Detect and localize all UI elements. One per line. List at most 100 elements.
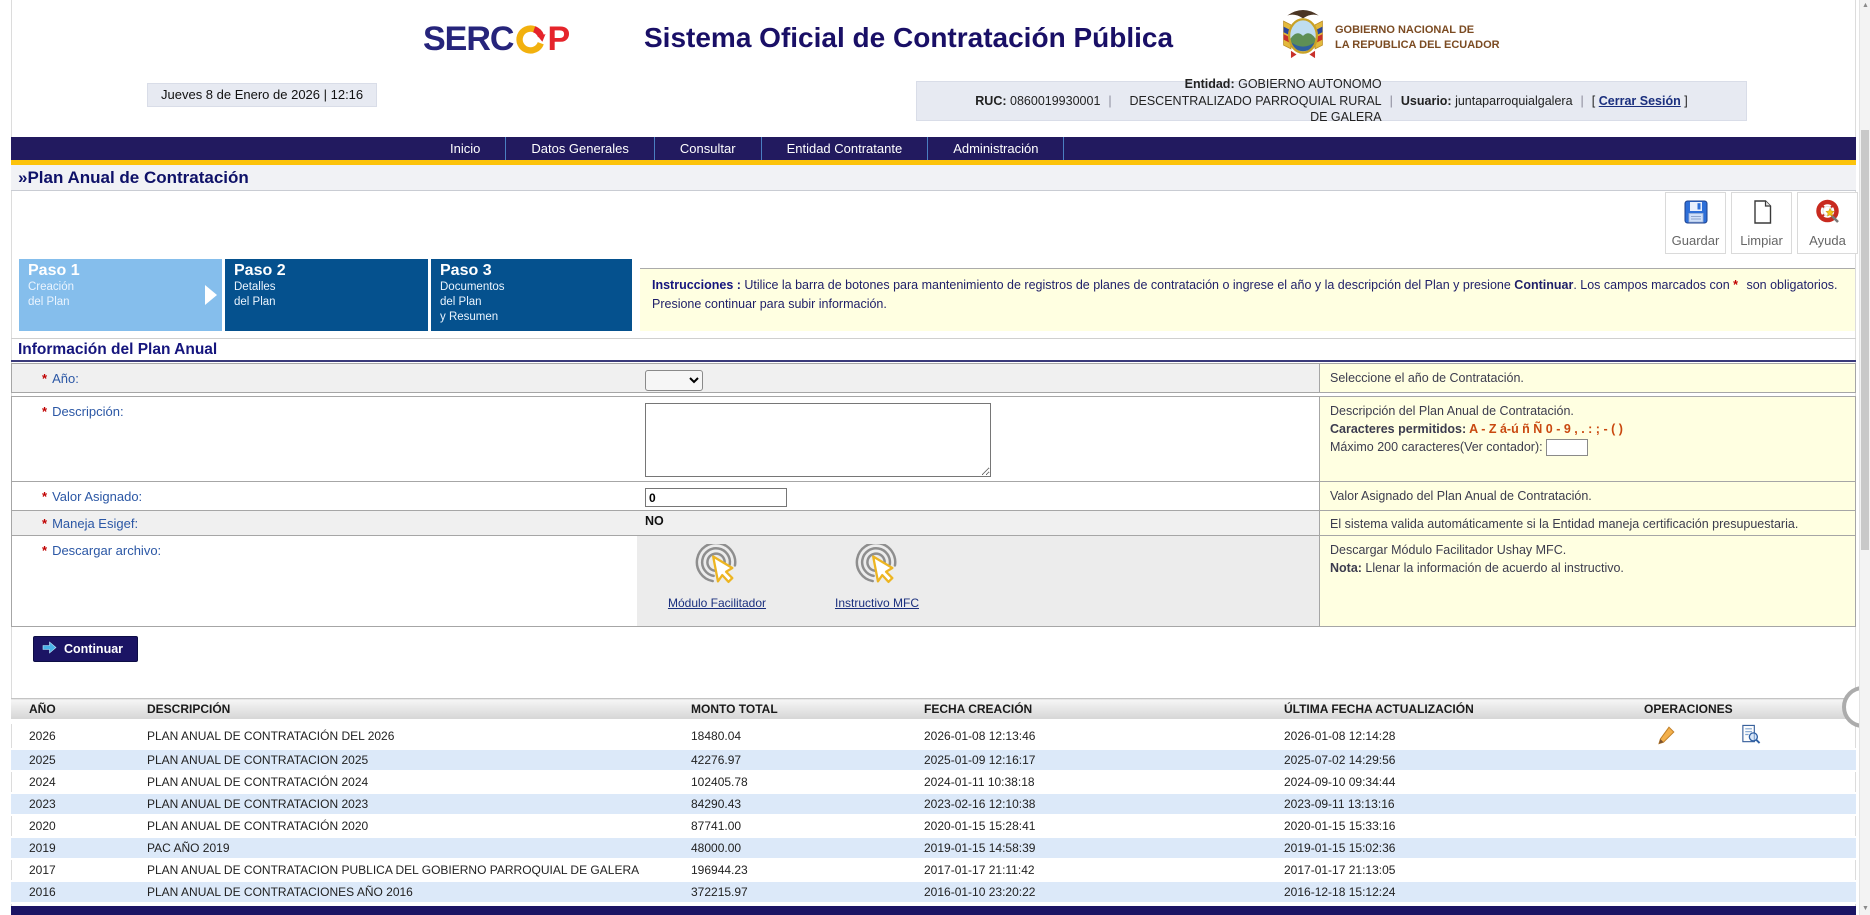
step-2-detalles[interactable]: Paso 2 Detalles del Plan bbox=[225, 259, 428, 331]
header-ultima-actualizacion[interactable]: ÚLTIMA FECHA ACTUALIZACIÓN bbox=[1266, 699, 1626, 722]
pac-table-body: 2026PLAN ANUAL DE CONTRATACIÓN DEL 20261… bbox=[11, 722, 1856, 904]
header-descripcion[interactable]: DESCRIPCIÓN bbox=[129, 699, 673, 722]
clear-label: Limpiar bbox=[1740, 233, 1783, 248]
menu-item-datos-generales[interactable]: Datos Generales bbox=[506, 137, 655, 160]
cell-descripcion: PAC AÑO 2019 bbox=[129, 837, 673, 859]
step-arrow-icon bbox=[205, 285, 217, 305]
cell-operaciones bbox=[1626, 793, 1856, 815]
datetime-display: Jueves 8 de Enero de 2026 | 12:16 bbox=[147, 83, 377, 107]
cell-monto-total: 196944.23 bbox=[673, 859, 906, 881]
record-toolbar: Guardar Limpiar Ayuda bbox=[1665, 192, 1858, 254]
table-row: 2024PLAN ANUAL DE CONTRATACIÓN 202410240… bbox=[11, 771, 1856, 793]
cell-descripcion: PLAN ANUAL DE CONTRATACIÓN 2020 bbox=[129, 815, 673, 837]
row-descripcion: *Descripción: Descripción del Plan Anual… bbox=[11, 396, 1856, 482]
vertical-scrollbar[interactable]: ▲ ▼ bbox=[1859, 0, 1870, 915]
esigef-label: Maneja Esigef: bbox=[52, 516, 138, 531]
scroll-down-icon[interactable]: ▼ bbox=[1860, 903, 1870, 915]
valor-label: Valor Asignado: bbox=[52, 489, 142, 504]
instructivo-mfc-download[interactable]: Instructivo MFC bbox=[817, 544, 937, 610]
user-label: Usuario: bbox=[1401, 94, 1452, 108]
modulo-facilitador-link[interactable]: Módulo Facilitador bbox=[668, 596, 766, 610]
cell-fecha-creacion: 2019-01-15 14:58:39 bbox=[906, 837, 1266, 859]
save-button[interactable]: Guardar bbox=[1665, 192, 1726, 254]
row-valor: *Valor Asignado: Valor Asignado del Plan… bbox=[11, 481, 1856, 511]
instructions-label: Instrucciones : bbox=[652, 278, 741, 292]
clear-button[interactable]: Limpiar bbox=[1731, 192, 1792, 254]
descripcion-label: Descripción: bbox=[52, 404, 124, 419]
continue-button[interactable]: Continuar bbox=[33, 636, 138, 662]
sercop-logo: SERC P bbox=[423, 20, 569, 59]
header-monto-total[interactable]: MONTO TOTAL bbox=[673, 699, 906, 722]
menu-item-entidad-contratante[interactable]: Entidad Contratante bbox=[762, 137, 929, 160]
edit-icon[interactable] bbox=[1656, 725, 1676, 748]
cell-descripcion: PLAN ANUAL DE CONTRATACION PUBLICA DEL G… bbox=[129, 859, 673, 881]
row-descargar: *Descargar archivo: Módulo Facilitador bbox=[11, 535, 1856, 627]
cell-operaciones bbox=[1626, 815, 1856, 837]
continue-arrow-icon bbox=[42, 641, 57, 657]
help-button[interactable]: Ayuda bbox=[1797, 192, 1858, 254]
cell-fecha-creacion: 2017-01-17 21:11:42 bbox=[906, 859, 1266, 881]
modulo-facilitador-download[interactable]: Módulo Facilitador bbox=[657, 544, 777, 610]
cell-monto-total: 48000.00 bbox=[673, 837, 906, 859]
char-counter-input[interactable] bbox=[1546, 439, 1588, 456]
footer-bar bbox=[11, 906, 1856, 915]
row-anio: *Año: Seleccione el año de Contratación. bbox=[11, 363, 1856, 393]
instructivo-mfc-link[interactable]: Instructivo MFC bbox=[835, 596, 919, 610]
click-download-icon bbox=[693, 544, 741, 595]
menu-item-consultar[interactable]: Consultar bbox=[655, 137, 762, 160]
government-brand: GOBIERNO NACIONAL DE LA REPUBLICA DEL EC… bbox=[1278, 8, 1500, 67]
cell-operaciones bbox=[1626, 771, 1856, 793]
entity-name-line2: PARROQUIAL RURAL DE GALERA bbox=[1255, 94, 1381, 125]
cell-descripcion: PLAN ANUAL DE CONTRATACIÓN 2024 bbox=[129, 771, 673, 793]
header-anio[interactable]: AÑO bbox=[11, 699, 129, 722]
table-row: 2019PAC AÑO 201948000.002019-01-15 14:58… bbox=[11, 837, 1856, 859]
valor-input[interactable] bbox=[645, 488, 787, 507]
gov-line2: LA REPUBLICA DEL ECUADOR bbox=[1335, 38, 1500, 53]
cell-fecha-creacion: 2020-01-15 15:28:41 bbox=[906, 815, 1266, 837]
entity-info: Entidad: GOBIERNO AUTONOMO DESCENTRALIZA… bbox=[1120, 76, 1382, 127]
cell-fecha-creacion: 2024-01-11 10:38:18 bbox=[906, 771, 1266, 793]
help-label: Ayuda bbox=[1809, 233, 1846, 248]
cell-ultima-actualizacion: 2020-01-15 15:33:16 bbox=[1266, 815, 1626, 837]
blank-page-icon bbox=[1749, 199, 1775, 230]
section-title: Información del Plan Anual bbox=[11, 338, 1856, 362]
scroll-up-icon[interactable]: ▲ bbox=[1860, 0, 1870, 12]
cell-monto-total: 372215.97 bbox=[673, 881, 906, 903]
logout-link[interactable]: Cerrar Sesión bbox=[1599, 94, 1681, 108]
descripcion-textarea[interactable] bbox=[645, 403, 991, 477]
header-fecha-creacion[interactable]: FECHA CREACIÓN bbox=[906, 699, 1266, 722]
cell-monto-total: 102405.78 bbox=[673, 771, 906, 793]
descripcion-help: Descripción del Plan Anual de Contrataci… bbox=[1319, 397, 1855, 481]
cell-descripcion: PLAN ANUAL DE CONTRATACIÓN DEL 2026 bbox=[129, 722, 673, 750]
table-row: 2026PLAN ANUAL DE CONTRATACIÓN DEL 20261… bbox=[11, 722, 1856, 750]
cell-operaciones bbox=[1626, 837, 1856, 859]
sercop-logo-text: SERC bbox=[423, 20, 513, 59]
pac-table: AÑO DESCRIPCIÓN MONTO TOTAL FECHA CREACI… bbox=[11, 698, 1856, 904]
cell-operaciones bbox=[1626, 881, 1856, 903]
save-label: Guardar bbox=[1672, 233, 1720, 248]
cell-monto-total: 42276.97 bbox=[673, 749, 906, 771]
main-menu: Inicio Datos Generales Consultar Entidad… bbox=[11, 137, 1856, 160]
menu-item-inicio[interactable]: Inicio bbox=[425, 137, 506, 160]
cell-descripcion: PLAN ANUAL DE CONTRATACIONES AÑO 2016 bbox=[129, 881, 673, 903]
step-3-documentos[interactable]: Paso 3 Documentos del Plan y Resumen bbox=[431, 259, 632, 331]
view-detail-icon[interactable] bbox=[1740, 724, 1761, 748]
menu-item-administracion[interactable]: Administración bbox=[928, 137, 1064, 160]
cell-ultima-actualizacion: 2017-01-17 21:13:05 bbox=[1266, 859, 1626, 881]
table-header-row: AÑO DESCRIPCIÓN MONTO TOTAL FECHA CREACI… bbox=[11, 699, 1856, 722]
gov-line1: GOBIERNO NACIONAL DE bbox=[1335, 23, 1500, 38]
page-title: »Plan Anual de Contratación bbox=[11, 165, 1856, 190]
scrollbar-thumb[interactable] bbox=[1861, 130, 1869, 550]
table-row: 2025PLAN ANUAL DE CONTRATACION 202542276… bbox=[11, 749, 1856, 771]
cell-anio: 2016 bbox=[11, 881, 129, 903]
instructions-box: Instrucciones : Utilice la barra de boto… bbox=[640, 268, 1855, 331]
pac-page: SERC P Sistema Oficial de Contratación P… bbox=[0, 0, 1870, 915]
cell-operaciones bbox=[1626, 722, 1856, 750]
cell-ultima-actualizacion: 2016-12-18 15:12:24 bbox=[1266, 881, 1626, 903]
valor-help: Valor Asignado del Plan Anual de Contrat… bbox=[1319, 482, 1855, 510]
table-row: 2020PLAN ANUAL DE CONTRATACIÓN 202087741… bbox=[11, 815, 1856, 837]
anio-select[interactable] bbox=[645, 370, 703, 391]
save-icon bbox=[1683, 199, 1709, 230]
anio-help: Seleccione el año de Contratación. bbox=[1319, 364, 1855, 392]
step-1-creacion[interactable]: Paso 1 Creación del Plan bbox=[19, 259, 222, 331]
